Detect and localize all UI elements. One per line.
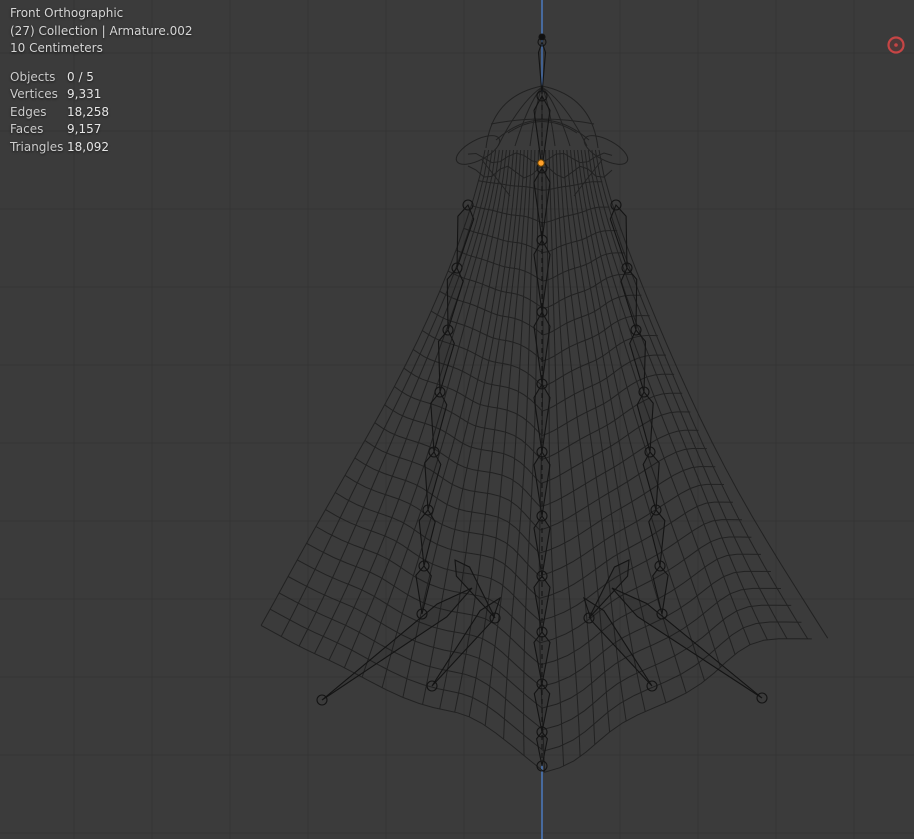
stat-value: 18,258 <box>67 104 109 119</box>
stat-label: Faces <box>10 122 44 136</box>
stat-value: 9,157 <box>67 122 102 136</box>
stat-row-objects: Objects 0 / 5 <box>10 69 193 87</box>
stat-row-faces: Faces 9,157 <box>10 121 193 139</box>
stat-label: Vertices <box>10 87 58 101</box>
scene-markers <box>537 36 905 167</box>
stat-value: 18,092 <box>67 139 109 154</box>
scale-text: 10 Centimeters <box>10 41 103 55</box>
collection-text: (27) Collection | Armature.002 <box>10 23 193 38</box>
scene-object-red-circle[interactable] <box>887 36 905 54</box>
object-origin-point[interactable] <box>537 159 545 167</box>
stat-label: Objects <box>10 69 56 84</box>
stat-label: Triangles <box>10 139 64 154</box>
stat-row-vertices: Vertices 9,331 <box>10 86 193 104</box>
stats-panel: Objects 0 / 5 Vertices 9,331 Edges 18,25… <box>10 69 193 157</box>
stat-value: 0 / 5 <box>67 69 94 84</box>
view-name-text: Front Orthographic <box>10 6 124 20</box>
stat-row-triangles: Triangles 18,092 <box>10 139 193 157</box>
blender-3d-viewport[interactable]: Front Orthographic (27) Collection | Arm… <box>0 0 914 839</box>
stat-value: 9,331 <box>67 87 102 101</box>
armature-bones[interactable] <box>316 33 768 772</box>
stat-row-edges: Edges 18,258 <box>10 104 193 122</box>
stat-label: Edges <box>10 104 47 119</box>
viewport-overlay: Front Orthographic (27) Collection | Arm… <box>10 5 193 156</box>
